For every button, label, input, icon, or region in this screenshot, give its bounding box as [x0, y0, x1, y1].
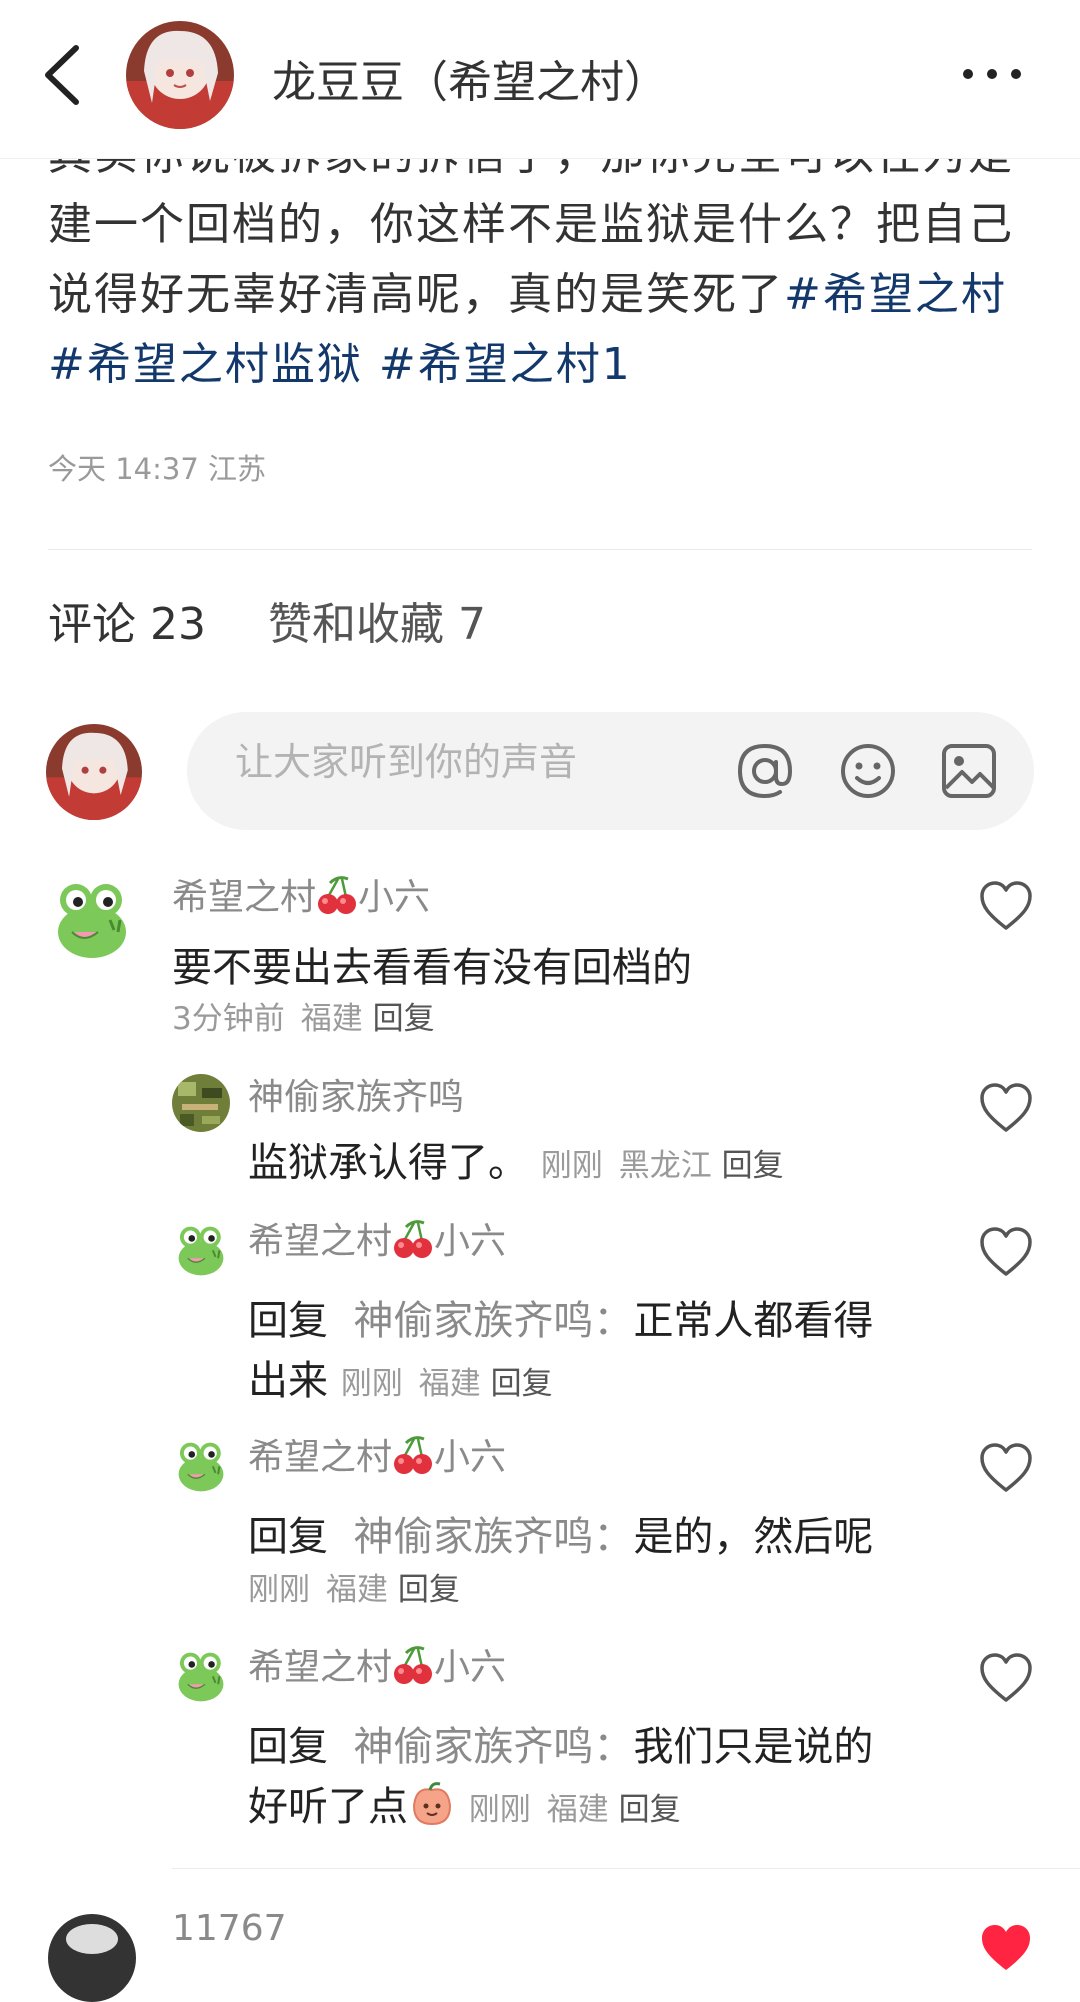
like-heart-icon[interactable] [978, 1082, 1034, 1134]
commenter-avatar[interactable] [172, 1220, 230, 1278]
comment-input[interactable] [235, 740, 715, 784]
author-name[interactable]: 龙豆豆（希望之村） [272, 46, 668, 110]
post-line: 说得好无辜好清高呢，真的是笑死了#希望之村 [48, 260, 1038, 330]
comment-text: 我们只是说的 [633, 1724, 874, 1770]
comment-username[interactable]: 神偷家族齐鸣 [248, 1068, 464, 1120]
like-heart-icon[interactable] [978, 1442, 1034, 1494]
comment-username[interactable]: 希望之村 小六 [172, 868, 430, 920]
like-heart-icon[interactable] [978, 880, 1034, 932]
top-bar: 龙豆豆（希望之村） [0, 0, 1080, 159]
comment-composer[interactable] [187, 712, 1034, 830]
post-body: 其实你说被拆家的拆信了，那你完全可以往为是 建一个回档的，你这样不是监狱是什么？… [48, 120, 1038, 400]
comment-location: 福建 [300, 1001, 363, 1037]
commenter-avatar[interactable] [48, 874, 136, 962]
post-line: #希望之村监狱 #希望之村1 [48, 330, 1038, 400]
reply-button[interactable]: 回复 [491, 1366, 553, 1402]
username-text: 希望之村 [248, 1221, 393, 1262]
comment-username[interactable]: 希望之村 小六 [248, 1428, 506, 1480]
post-line: 建一个回档的，你这样不是监狱是什么？把自己 [48, 199, 1014, 250]
reply-button[interactable]: 回复 [619, 1792, 681, 1828]
cherry-emoji-icon [316, 876, 358, 916]
hashtag-link[interactable]: #希望之村1 [379, 339, 632, 390]
comment-meta: 刚刚 黑龙江 回复 [541, 1148, 784, 1184]
comment-location: 福建 [546, 1792, 609, 1828]
divider [172, 1868, 1080, 1869]
username-text: 希望之村 [248, 1647, 393, 1688]
commenter-avatar[interactable] [172, 1074, 230, 1132]
emoji-icon[interactable] [837, 740, 899, 802]
comment-time: 3分钟前 [172, 1001, 285, 1037]
mention-link[interactable]: 神偷家族齐鸣： [353, 1298, 633, 1344]
comment-username[interactable]: 11767 [172, 1908, 287, 1949]
comment-body: 回复 神偷家族齐鸣：我们只是说的 [248, 1714, 873, 1772]
tab-comments[interactable]: 评论 23 [48, 588, 206, 652]
commenter-avatar[interactable] [172, 1646, 230, 1704]
cherry-emoji-icon [392, 1220, 434, 1260]
comment-username[interactable]: 希望之村 小六 [248, 1212, 506, 1264]
comment-text: 正常人都看得 [633, 1298, 874, 1344]
cherry-emoji-icon [392, 1436, 434, 1476]
post-timestamp-location: 今天 14:37 江苏 [48, 452, 267, 486]
divider [48, 549, 1032, 550]
reply-prefix: 回复 [248, 1514, 328, 1560]
mention-icon[interactable] [734, 740, 796, 802]
reply-prefix: 回复 [248, 1298, 328, 1344]
image-icon[interactable] [938, 740, 1000, 802]
comment-body: 监狱承认得了。 刚刚 黑龙江 回复 [248, 1130, 784, 1188]
username-text: 小六 [434, 1221, 507, 1262]
commenter-avatar[interactable] [172, 1436, 230, 1494]
comment-meta: 刚刚 福建 回复 [248, 1564, 460, 1609]
mention-link[interactable]: 神偷家族齐鸣： [353, 1514, 633, 1560]
mention-link[interactable]: 神偷家族齐鸣： [353, 1724, 633, 1770]
reply-button[interactable]: 回复 [398, 1572, 460, 1608]
hashtag-link[interactable]: #希望之村监狱 [48, 339, 363, 390]
reply-button[interactable]: 回复 [722, 1148, 784, 1184]
comment-text: 出来 [248, 1358, 328, 1404]
like-heart-icon[interactable] [978, 1652, 1034, 1704]
comment-body-cont: 出来 刚刚 福建 回复 [248, 1348, 553, 1406]
username-text: 小六 [434, 1437, 507, 1478]
comment-time: 刚刚 [540, 1148, 603, 1184]
comment-meta: 刚刚 福建 回复 [469, 1792, 681, 1828]
comment-text: 要不要出去看看有没有回档的 [172, 945, 692, 991]
comment-time: 刚刚 [248, 1572, 310, 1608]
username-text: 希望之村 [248, 1437, 393, 1478]
post-line-text: 说得好无辜好清高呢，真的是笑死了 [48, 269, 784, 320]
comment-meta: 3分钟前 福建 回复 [172, 993, 435, 1038]
liked-heart-icon[interactable] [978, 1922, 1034, 1974]
back-arrow-icon[interactable] [38, 40, 88, 110]
tab-likes-favorites[interactable]: 赞和收藏 7 [268, 588, 486, 652]
comment-meta: 刚刚 福建 回复 [341, 1366, 553, 1402]
author-avatar[interactable] [126, 21, 234, 129]
username-text: 小六 [358, 877, 431, 918]
comment-text: 监狱承认得了。 [248, 1140, 528, 1186]
comment-text: 好听了点 [248, 1784, 408, 1830]
hashtag-link[interactable]: #希望之村 [784, 269, 1007, 320]
my-avatar [46, 724, 142, 820]
comment-body-cont: 好听了点 刚刚 福建 回复 [248, 1774, 681, 1832]
reply-button[interactable]: 回复 [373, 1001, 435, 1037]
more-options-icon[interactable] [960, 64, 1024, 84]
comment-body: 回复 神偷家族齐鸣：正常人都看得 [248, 1288, 873, 1346]
commenter-avatar[interactable] [48, 1914, 136, 2002]
comment-location: 福建 [418, 1366, 481, 1402]
cherry-emoji-icon [392, 1646, 434, 1686]
comment-time: 刚刚 [468, 1792, 531, 1828]
reply-prefix: 回复 [248, 1724, 328, 1770]
comment-body: 回复 神偷家族齐鸣：是的，然后呢 [248, 1504, 873, 1562]
comment-time: 刚刚 [340, 1366, 403, 1402]
username-text: 希望之村 [172, 877, 317, 918]
like-heart-icon[interactable] [978, 1226, 1034, 1278]
comment-location: 福建 [326, 1572, 388, 1608]
peach-emoji-icon [412, 1782, 452, 1826]
comment-location: 黑龙江 [618, 1148, 712, 1184]
comment-username[interactable]: 希望之村 小六 [248, 1638, 506, 1690]
username-text: 小六 [434, 1647, 507, 1688]
comment-text: 是的，然后呢 [633, 1514, 874, 1560]
